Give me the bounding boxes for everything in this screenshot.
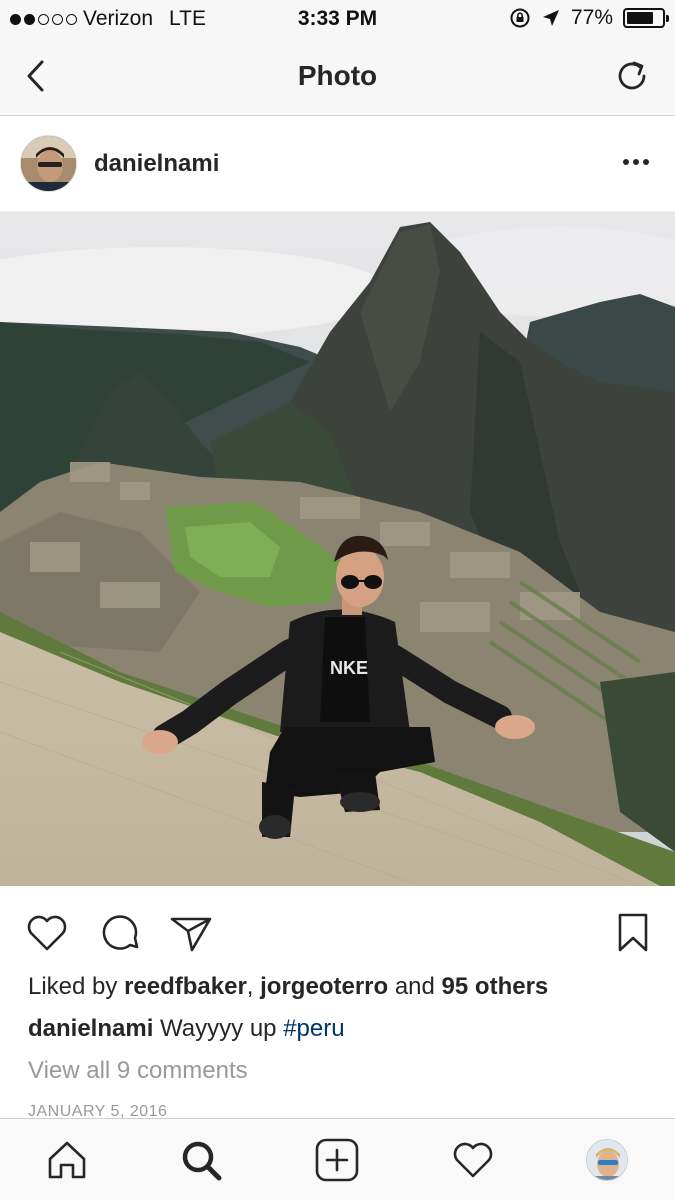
battery-icon bbox=[623, 8, 669, 28]
location-arrow-icon bbox=[542, 10, 559, 26]
view-comments-link[interactable]: View all 9 comments bbox=[28, 1057, 248, 1085]
activity-heart-icon[interactable] bbox=[450, 1137, 496, 1183]
bookmark-icon[interactable] bbox=[610, 910, 656, 956]
battery-percent: 77% bbox=[570, 6, 613, 29]
liker-link-1[interactable]: reedfbaker bbox=[124, 973, 247, 1000]
post-caption: danielnami Wayyyy up #peru bbox=[28, 1015, 345, 1043]
tab-bar bbox=[0, 1118, 675, 1200]
home-icon[interactable] bbox=[44, 1137, 90, 1183]
caption-hashtag[interactable]: #peru bbox=[283, 1015, 344, 1042]
post-photo[interactable]: NKE bbox=[0, 212, 675, 886]
profile-avatar[interactable] bbox=[586, 1139, 628, 1181]
search-icon[interactable] bbox=[178, 1137, 224, 1183]
likes-and: and bbox=[388, 973, 442, 1000]
status-right: 77% bbox=[509, 6, 669, 30]
likes-separator: , bbox=[246, 973, 261, 1000]
ellipsis-icon[interactable] bbox=[621, 150, 651, 174]
post-username[interactable]: danielnami bbox=[94, 150, 219, 178]
add-icon[interactable] bbox=[314, 1137, 360, 1183]
post-actions bbox=[0, 886, 675, 966]
caption-text: Wayyyy up bbox=[153, 1015, 284, 1042]
share-icon[interactable] bbox=[168, 910, 214, 956]
status-bar: Verizon LTE 3:33 PM 77% bbox=[0, 0, 675, 38]
nav-header: Photo bbox=[0, 38, 675, 116]
refresh-icon[interactable] bbox=[613, 56, 653, 96]
liker-link-2[interactable]: jorgeoterro bbox=[260, 973, 388, 1000]
svg-text:NKE: NKE bbox=[330, 658, 368, 678]
likes-prefix: Liked by bbox=[28, 973, 125, 1000]
comment-icon[interactable] bbox=[96, 910, 142, 956]
avatar[interactable] bbox=[20, 135, 77, 192]
heart-icon[interactable] bbox=[24, 910, 70, 956]
likes-line: Liked by reedfbaker, jorgeoterro and 95 … bbox=[28, 973, 548, 1001]
caption-username[interactable]: danielnami bbox=[28, 1015, 153, 1042]
page-title: Photo bbox=[297, 60, 378, 91]
rotation-lock-icon bbox=[510, 8, 530, 28]
likes-others-link[interactable]: 95 others bbox=[442, 973, 549, 1000]
post-header: danielnami bbox=[0, 116, 675, 212]
